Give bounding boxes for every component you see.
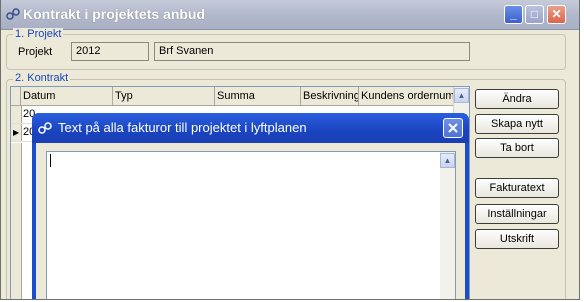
- andra-button[interactable]: Ändra: [475, 89, 559, 109]
- row-indicator: ▶: [11, 124, 22, 141]
- minimize-icon: _: [510, 7, 517, 21]
- kontrakt-group-label: 2. Kontrakt: [13, 72, 71, 84]
- text-area-scrollbar[interactable]: ▲: [440, 152, 455, 299]
- text-caret: [50, 154, 51, 167]
- projekt-group-label: 1. Projekt: [13, 28, 64, 40]
- column-header-datum[interactable]: Datum: [21, 87, 113, 105]
- maximize-button[interactable]: □: [525, 5, 544, 24]
- app-icon: [6, 8, 20, 20]
- close-icon: ✕: [551, 7, 562, 21]
- close-button[interactable]: ✕: [547, 5, 566, 24]
- skapa-nytt-button[interactable]: Skapa nytt: [475, 114, 559, 134]
- invoice-text-area[interactable]: ▲: [46, 151, 456, 299]
- installningar-button[interactable]: Inställningar: [475, 204, 559, 224]
- projekt-name-field[interactable]: Brf Svanen: [154, 42, 470, 61]
- row-indicator: [11, 106, 22, 123]
- dialog-body: ▲: [36, 143, 465, 299]
- row-indicator-column: [11, 143, 22, 299]
- dialog-close-button[interactable]: [443, 118, 463, 138]
- main-window: Kontrakt i projektets anbud _ □ ✕ 1. Pro…: [0, 0, 580, 300]
- scroll-up-icon[interactable]: ▲: [454, 88, 469, 103]
- dialog-title-bar[interactable]: Text på alla fakturor till projektet i l…: [32, 113, 469, 143]
- fakturatext-button[interactable]: Fakturatext: [475, 178, 559, 198]
- minimize-button[interactable]: _: [504, 5, 523, 24]
- column-header-beskrivning[interactable]: Beskrivning: [301, 87, 359, 105]
- scroll-up-icon[interactable]: ▲: [440, 153, 455, 168]
- ta-bort-button[interactable]: Ta bort: [475, 138, 559, 158]
- maximize-icon: □: [530, 7, 539, 21]
- projekt-label: Projekt: [18, 46, 53, 58]
- dialog-title: Text på alla fakturor till projektet i l…: [58, 120, 307, 135]
- column-header-kundens-ordernum[interactable]: Kundens ordernum: [359, 87, 454, 105]
- window-title: Kontrakt i projektets anbud: [23, 6, 206, 22]
- projekt-number-field[interactable]: 2012: [71, 42, 149, 61]
- column-header-typ[interactable]: Typ: [113, 87, 215, 105]
- current-row-arrow-icon: ▶: [13, 128, 20, 137]
- dialog-app-icon: [38, 122, 52, 134]
- table-header: Datum Typ Summa Beskrivning Kundens orde…: [11, 87, 454, 106]
- utskrift-button[interactable]: Utskrift: [475, 229, 559, 249]
- close-icon: [448, 123, 458, 133]
- column-header-summa[interactable]: Summa: [215, 87, 301, 105]
- title-bar[interactable]: Kontrakt i projektets anbud _ □ ✕: [1, 0, 579, 30]
- header-indicator: [11, 87, 21, 105]
- fakturatext-dialog: Text på alla fakturor till projektet i l…: [32, 113, 469, 299]
